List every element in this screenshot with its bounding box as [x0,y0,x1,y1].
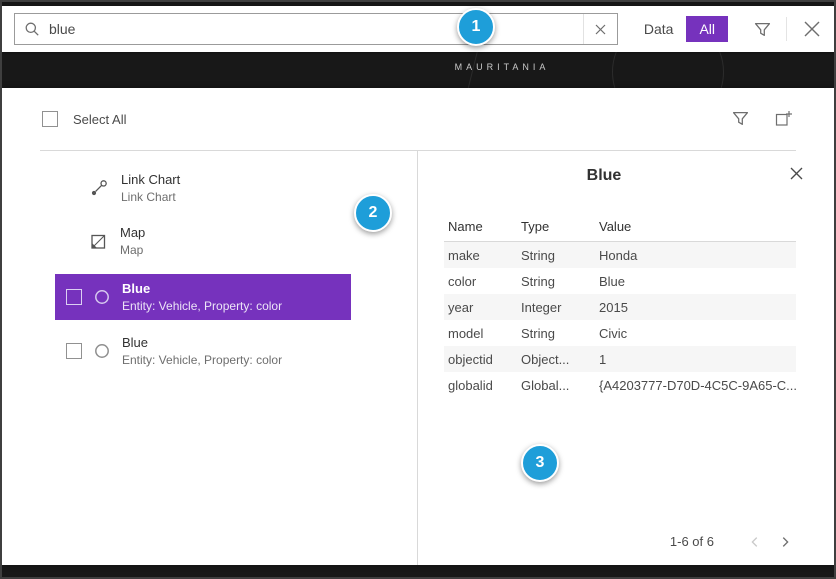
clear-icon [594,23,607,36]
table-row: globalid Global... {A4203777-D70D-4C5C-9… [444,372,796,398]
table-row: model String Civic [444,320,796,346]
details-close-button[interactable] [789,166,804,181]
link-chart-icon [90,179,108,197]
search-icon [24,21,40,37]
search-toolbar: Data All [2,6,834,52]
cell-name: globalid [444,378,521,393]
details-pane: Blue Name Type Value make String Honda [418,151,834,565]
filter-option-all[interactable]: All [686,16,728,42]
list-item-map[interactable]: Map Map [90,225,145,257]
table-row: color String Blue [444,268,796,294]
add-item-icon[interactable] [775,110,792,127]
map-country-label: MAURITANIA [422,62,582,72]
callout-badge-1: 1 [457,8,495,46]
cell-name: color [444,274,521,289]
attribute-table: Name Type Value make String Honda color … [444,211,796,398]
map-icon [90,233,107,250]
select-all-checkbox[interactable] [42,111,58,127]
item-checkbox[interactable] [66,289,82,305]
map-background: MAURITANIA [2,52,834,88]
cell-value: {A4203777-D70D-4C5C-9A65-C... [599,378,796,393]
list-item-title: Map [120,225,145,240]
cell-type: Integer [521,300,599,315]
list-item-title: Blue [122,281,282,296]
select-all-label: Select All [73,112,126,127]
pagination-range: 1-6 of 6 [670,534,714,549]
cell-type: String [521,274,599,289]
close-icon [789,166,804,181]
list-item-subtitle: Link Chart [121,190,180,204]
previous-page-button[interactable] [740,535,770,549]
cell-name: make [444,248,521,263]
list-item-blue-selected[interactable]: Blue Entity: Vehicle, Property: color [55,274,351,320]
filter-icon[interactable] [754,21,771,38]
cell-name: year [444,300,521,315]
table-header-row: Name Type Value [444,211,796,242]
filter-icon[interactable] [732,110,749,127]
cell-value: Civic [599,326,796,341]
cell-value: 2015 [599,300,796,315]
select-all-row[interactable]: Select All [42,111,126,127]
panel-actions [732,110,792,127]
cell-type: String [521,248,599,263]
entity-circle-icon [94,343,110,359]
cell-type: Global... [521,378,599,393]
close-search-button[interactable] [802,19,822,39]
cell-type: String [521,326,599,341]
cell-name: model [444,326,521,341]
next-page-button[interactable] [770,535,800,549]
cell-value: Blue [599,274,796,289]
column-header-type: Type [521,219,599,234]
details-title: Blue [418,167,790,185]
toolbar-right: Data All [644,16,822,42]
cell-value: 1 [599,352,796,367]
clear-search-button[interactable] [583,14,617,44]
app-window: Data All MAURITANIA Select All [0,0,836,579]
list-item-subtitle: Map [120,243,145,257]
column-header-name: Name [444,219,521,234]
table-row: make String Honda [444,242,796,268]
table-row: objectid Object... 1 [444,346,796,372]
map-background-bottom [2,565,834,577]
toolbar-divider [786,17,787,41]
column-header-value: Value [599,219,796,234]
search-box [14,13,618,45]
chevron-left-icon [748,535,762,549]
cell-name: objectid [444,352,521,367]
close-icon [802,19,822,39]
item-checkbox[interactable] [66,343,82,359]
cell-type: Object... [521,352,599,367]
callout-badge-3: 3 [521,444,559,482]
search-input[interactable] [49,14,583,44]
chevron-right-icon [778,535,792,549]
entity-circle-icon [94,289,110,305]
list-item-title: Link Chart [121,172,180,187]
cell-value: Honda [599,248,796,263]
list-item-subtitle: Entity: Vehicle, Property: color [122,353,282,367]
list-item-title: Blue [122,335,282,350]
callout-badge-2: 2 [354,194,392,232]
pagination: 1-6 of 6 [670,534,800,549]
list-item-subtitle: Entity: Vehicle, Property: color [122,299,282,313]
list-item-link-chart[interactable]: Link Chart Link Chart [90,172,180,204]
map-decoration [612,52,724,88]
filter-option-data[interactable]: Data [644,21,674,37]
list-item-blue[interactable]: Blue Entity: Vehicle, Property: color [55,328,351,374]
table-row: year Integer 2015 [444,294,796,320]
search-results-panel: Select All Link Chart Link Chart [2,88,834,565]
